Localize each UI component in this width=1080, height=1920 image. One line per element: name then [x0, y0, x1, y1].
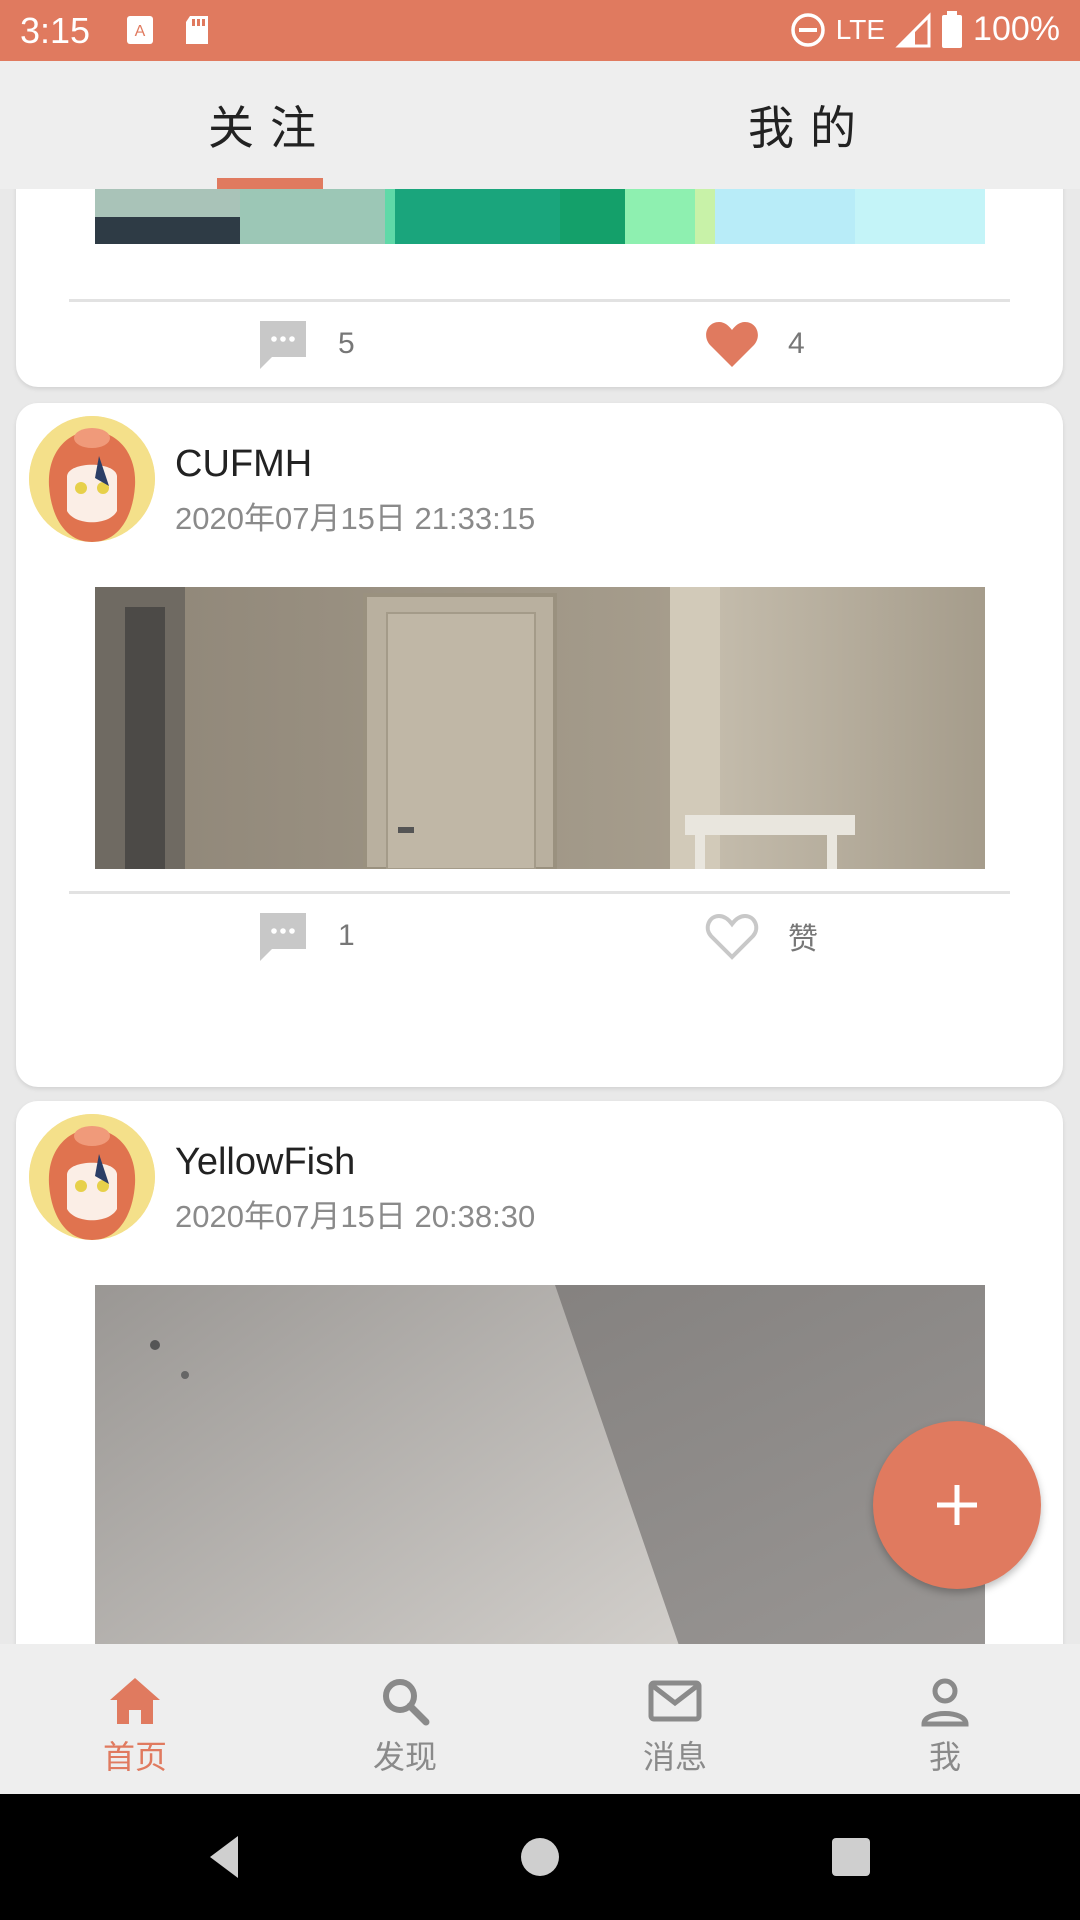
feed-list[interactable]: 5 4 CUFMH 2020年07月15日 21:33:15 1 赞 Yello…: [0, 189, 1080, 1644]
comment-icon: [260, 321, 306, 369]
plus-icon: [937, 1485, 977, 1525]
comment-count: 1: [338, 919, 355, 952]
home-icon: [110, 1678, 160, 1724]
sd-card-icon: [186, 16, 208, 44]
svg-text:A: A: [135, 23, 146, 40]
post-actions: 1 赞: [16, 901, 1063, 971]
nav-me-label: 我: [928, 1738, 961, 1776]
nav-messages-label: 消息: [642, 1738, 707, 1776]
bottom-nav: 首页 发现 消息 我: [0, 1644, 1080, 1794]
nav-messages[interactable]: 消息: [540, 1644, 810, 1794]
search-icon: [383, 1679, 430, 1726]
nav-me[interactable]: 我: [810, 1644, 1080, 1794]
mail-icon: [648, 1680, 702, 1722]
top-tab-bar: 关注 我的: [0, 61, 1080, 189]
heart-outline-icon: [705, 913, 759, 960]
comment-icon: [260, 913, 306, 961]
tab-mine[interactable]: 我的: [540, 61, 1080, 189]
do-not-disturb-icon: [791, 12, 825, 47]
status-time: 3:15: [20, 10, 91, 51]
divider: [69, 891, 1010, 894]
keyboard-icon: A: [127, 16, 153, 44]
like-label: 赞: [788, 923, 818, 956]
post-timestamp: 2020年07月15日 21:33:15: [175, 501, 536, 536]
nav-discover-label: 发现: [372, 1738, 437, 1776]
post-card: CUFMH 2020年07月15日 21:33:15 1 赞: [16, 403, 1063, 1087]
post-username[interactable]: YellowFish: [175, 1141, 355, 1184]
comment-button[interactable]: 1: [256, 901, 355, 971]
home-circle-icon[interactable]: [515, 1832, 565, 1882]
like-button[interactable]: 赞: [704, 901, 818, 971]
heart-filled-icon: [706, 322, 758, 367]
avatar-image: [29, 1114, 155, 1240]
comment-count: 5: [338, 327, 355, 360]
post-timestamp: 2020年07月15日 20:38:30: [175, 1199, 536, 1234]
post-actions: 5 4: [16, 309, 1063, 379]
tab-indicator: [217, 178, 323, 189]
battery-level: 100%: [973, 10, 1060, 48]
nav-home-label: 首页: [102, 1738, 167, 1776]
person-icon: [921, 1678, 969, 1727]
avatar[interactable]: [29, 416, 155, 542]
add-post-button[interactable]: [873, 1421, 1041, 1589]
avatar-image: [29, 416, 155, 542]
avatar[interactable]: [29, 1114, 155, 1240]
post-image[interactable]: [95, 189, 985, 244]
divider: [69, 299, 1010, 302]
recents-icon[interactable]: [826, 1832, 876, 1882]
nav-discover[interactable]: 发现: [270, 1644, 540, 1794]
system-nav-bar: [0, 1794, 1080, 1920]
status-right: LTE 100%: [790, 10, 1060, 49]
like-button[interactable]: 4: [704, 309, 805, 379]
like-count: 4: [788, 327, 805, 360]
post-card: 5 4: [16, 189, 1063, 387]
status-bar: 3:15 A LTE 100%: [0, 0, 1080, 61]
signal-icon: [895, 11, 931, 47]
post-image[interactable]: [95, 1285, 985, 1644]
post-image[interactable]: [95, 587, 985, 869]
network-type: LTE: [835, 13, 886, 45]
comment-button[interactable]: 5: [256, 309, 355, 379]
battery-icon: [942, 10, 963, 48]
nav-home[interactable]: 首页: [0, 1644, 270, 1794]
back-icon[interactable]: [200, 1832, 250, 1882]
post-username[interactable]: CUFMH: [175, 443, 312, 486]
tab-follow[interactable]: 关注: [0, 61, 540, 189]
